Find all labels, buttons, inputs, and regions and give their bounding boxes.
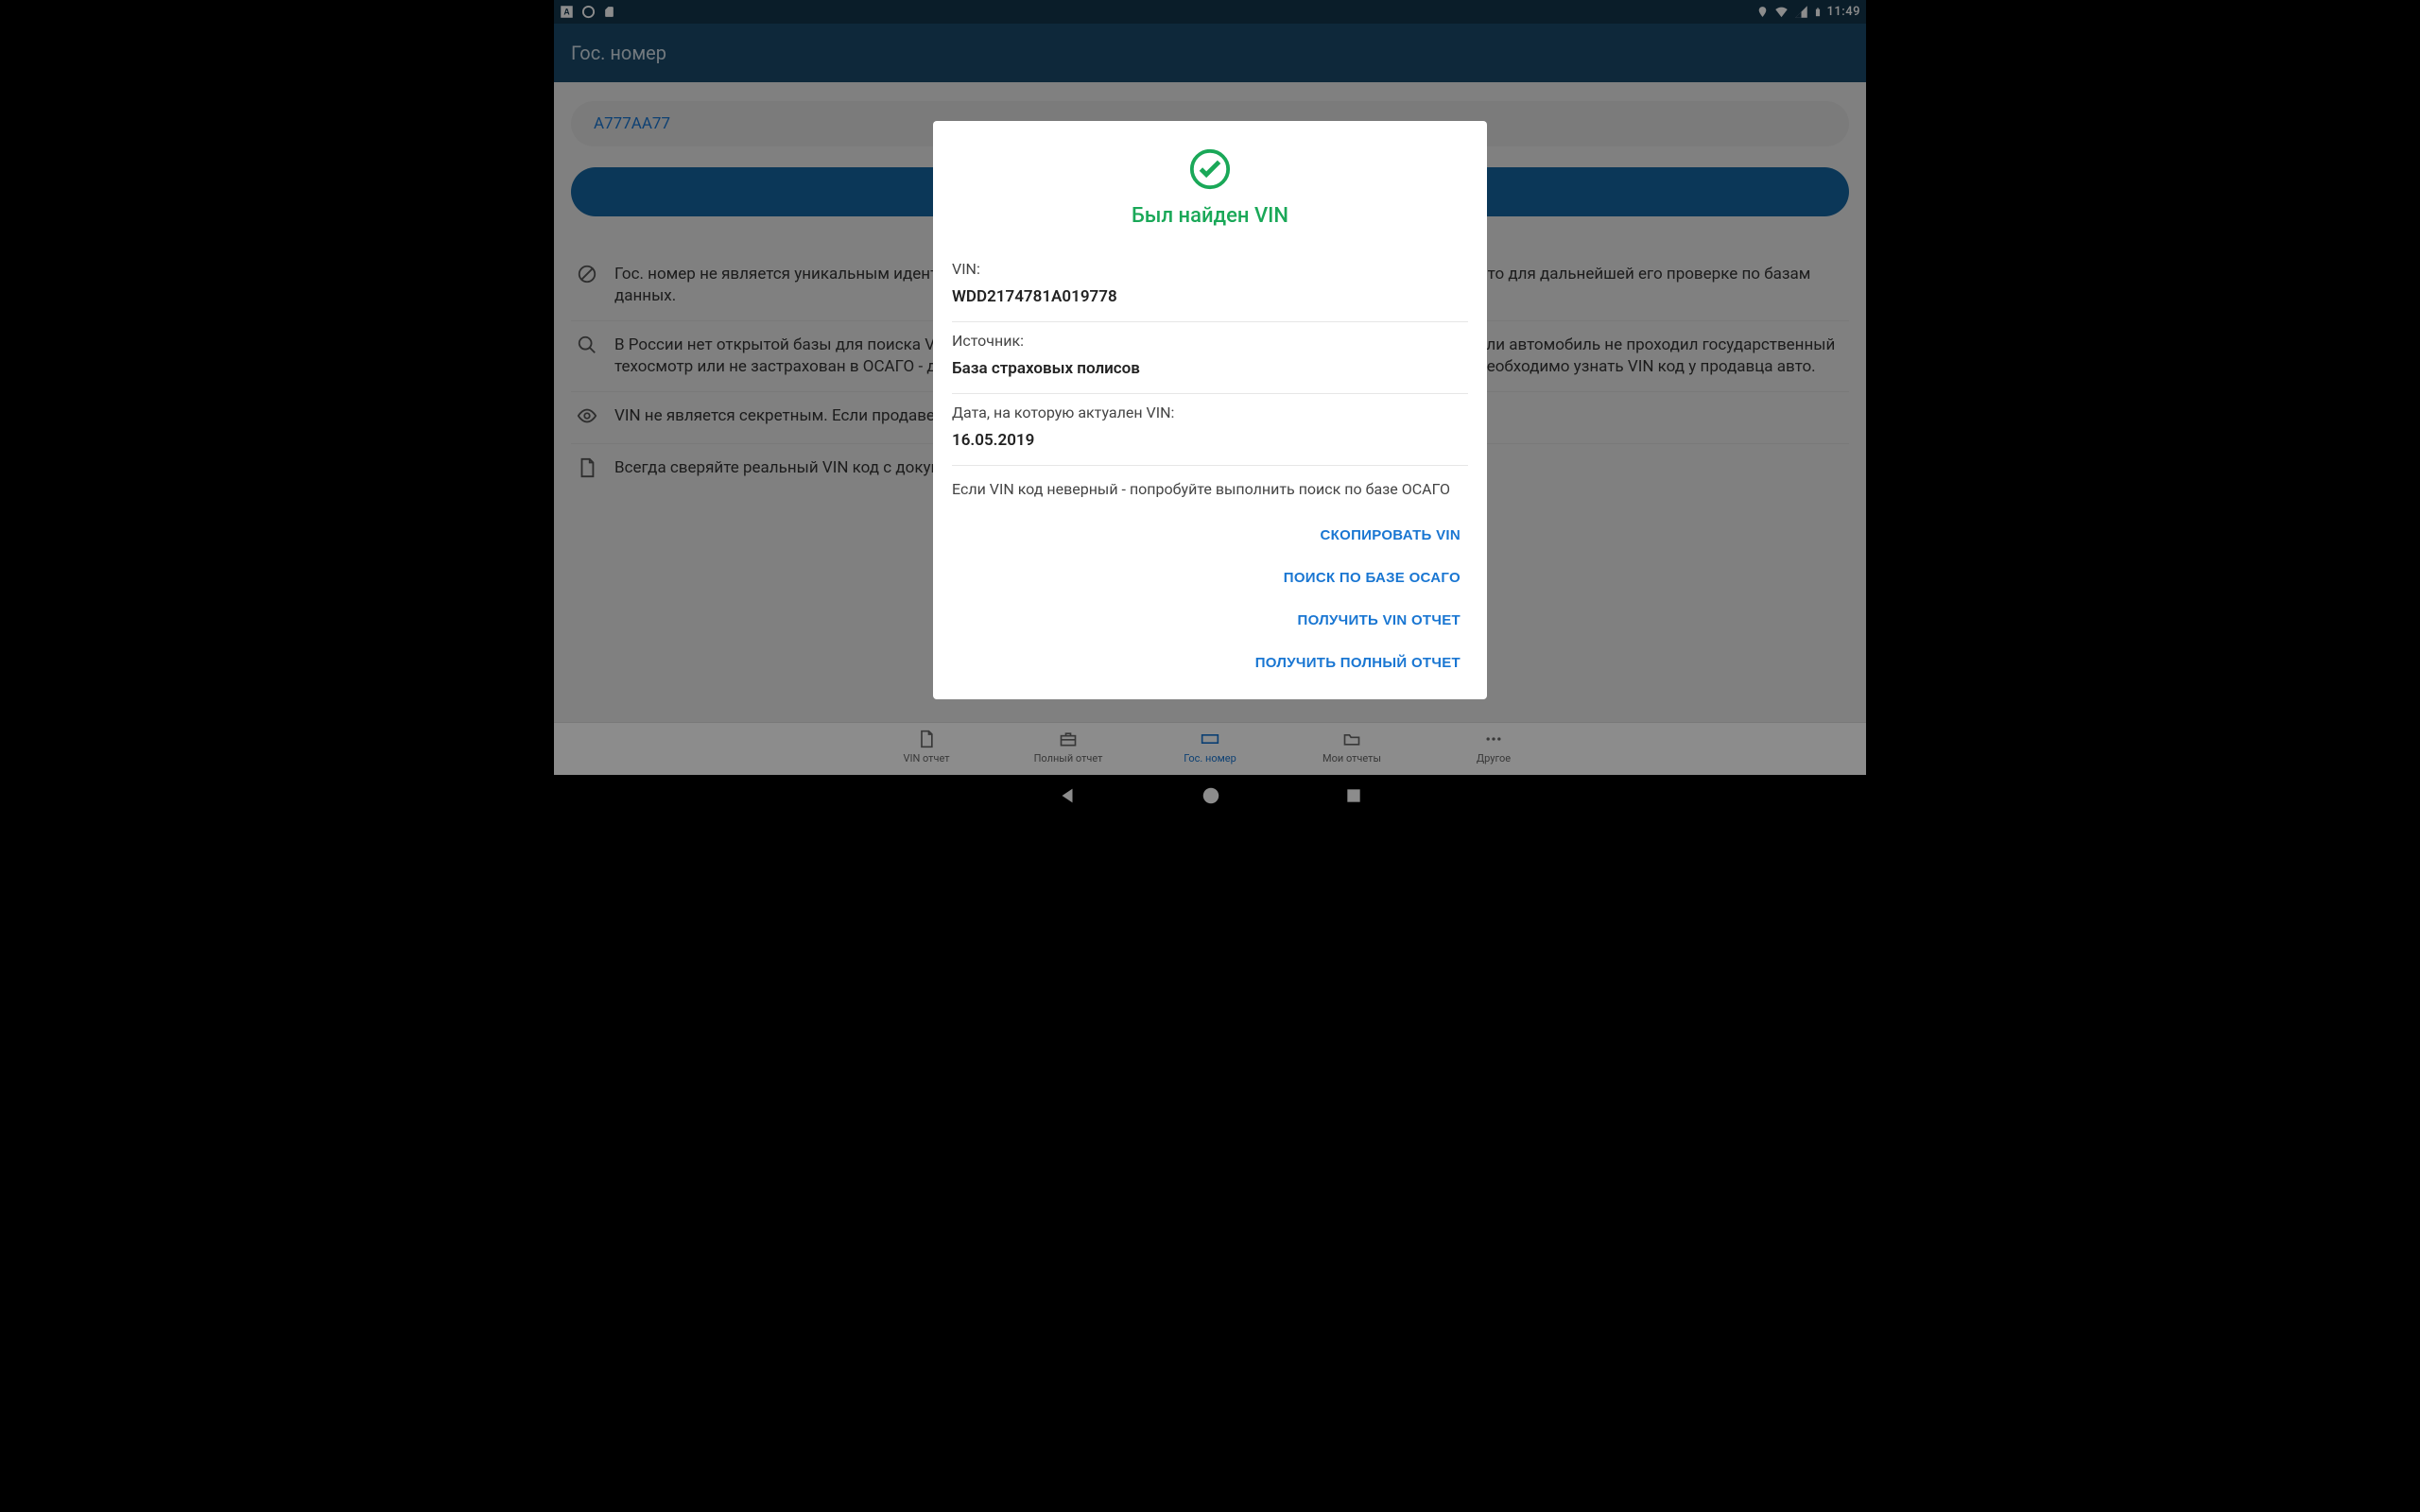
dialog-title: Был найден VIN xyxy=(952,204,1468,228)
modal-overlay[interactable]: Был найден VIN VIN: WDD2174781A019778 Ис… xyxy=(554,0,1866,820)
field-value: База страховых полисов xyxy=(952,359,1468,378)
field-value: WDD2174781A019778 xyxy=(952,287,1468,306)
field-value: 16.05.2019 xyxy=(952,431,1468,450)
dialog-body: VIN: WDD2174781A019778 Источник: База ст… xyxy=(952,250,1468,509)
field-label: VIN: xyxy=(952,260,1468,278)
success-check-icon xyxy=(952,147,1468,191)
field-vin: VIN: WDD2174781A019778 xyxy=(952,250,1468,322)
search-osago-button[interactable]: ПОИСК ПО БАЗЕ ОСАГО xyxy=(1276,557,1468,599)
dialog-actions: СКОПИРОВАТЬ VIN ПОИСК ПО БАЗЕ ОСАГО ПОЛУ… xyxy=(952,514,1468,684)
field-label: Источник: xyxy=(952,332,1468,350)
vin-found-dialog: Был найден VIN VIN: WDD2174781A019778 Ис… xyxy=(933,121,1487,698)
app-screen: A 11:49 Гос. номер xyxy=(554,0,1866,820)
dialog-hint: Если VIN код неверный - попробуйте выпол… xyxy=(952,466,1468,509)
field-label: Дата, на которую актуален VIN: xyxy=(952,404,1468,421)
field-date: Дата, на которую актуален VIN: 16.05.201… xyxy=(952,394,1468,466)
copy-vin-button[interactable]: СКОПИРОВАТЬ VIN xyxy=(1313,514,1468,557)
field-source: Источник: База страховых полисов xyxy=(952,322,1468,394)
get-full-report-button[interactable]: ПОЛУЧИТЬ ПОЛНЫЙ ОТЧЕТ xyxy=(1248,642,1468,684)
get-vin-report-button[interactable]: ПОЛУЧИТЬ VIN ОТЧЕТ xyxy=(1290,599,1468,642)
